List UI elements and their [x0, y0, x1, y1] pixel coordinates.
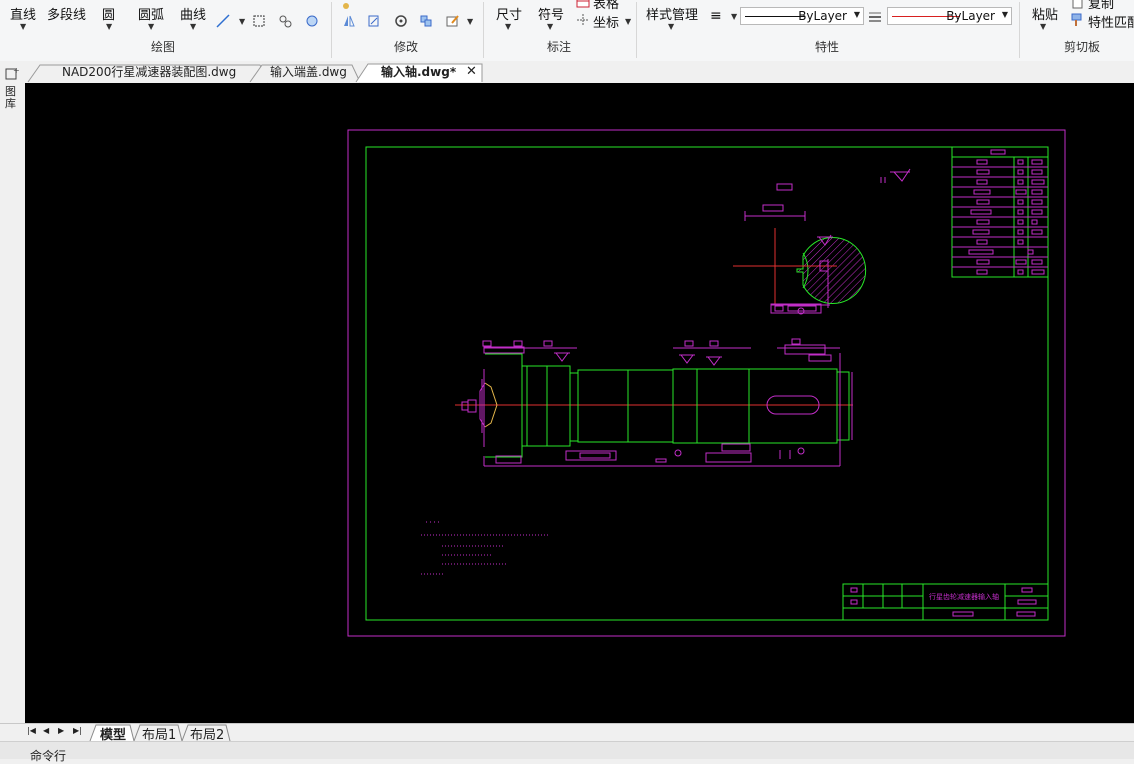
chevron-down-icon[interactable]: ▼ — [547, 22, 553, 31]
group-divider — [483, 2, 484, 58]
linetype-preview — [745, 16, 805, 17]
first-tab-icon[interactable]: |◀ — [27, 726, 36, 735]
group-divider — [636, 2, 637, 58]
coordinate-button[interactable]: 坐标 — [593, 12, 619, 31]
polyline-button[interactable]: 多段线 — [47, 4, 86, 23]
group-divider — [331, 2, 332, 58]
chevron-down-icon[interactable]: ▼ — [20, 22, 26, 31]
line-button[interactable]: 直线 — [10, 4, 36, 23]
chevron-down-icon[interactable]: ▼ — [505, 22, 511, 31]
tab-input-shaft[interactable]: 输入轴.dwg* — [381, 62, 456, 82]
color-combo[interactable]: ByLayer ▼ — [887, 7, 1012, 25]
section-view — [733, 183, 867, 315]
svg-text:+: + — [13, 66, 20, 75]
curve-button[interactable]: 曲线 — [180, 4, 206, 23]
draw-group-label: 绘图 — [151, 40, 176, 54]
chevron-down-icon[interactable]: ▼ — [467, 17, 473, 26]
clipboard-group-label: 剪切板 — [1064, 40, 1101, 54]
prev-tab-icon[interactable]: ◀ — [43, 726, 49, 735]
coordinate-icon[interactable] — [576, 13, 590, 27]
linetype-value: ByLayer — [798, 9, 847, 23]
tab-input-cover[interactable]: 输入端盖.dwg — [270, 62, 347, 82]
chevron-down-icon: ▼ — [1001, 10, 1008, 19]
last-tab-icon[interactable]: ▶| — [73, 726, 82, 735]
drawing-svg[interactable]: 行星齿轮减速器输入轴 — [25, 83, 1134, 723]
copy-button[interactable]: 复制 — [1088, 0, 1114, 12]
chevron-down-icon[interactable]: ▼ — [731, 12, 737, 21]
symbol-button[interactable]: 符号 — [538, 4, 564, 23]
table-icon[interactable] — [576, 0, 590, 9]
parts-table — [951, 146, 1049, 278]
shaft-main-view — [455, 338, 853, 467]
match-properties-button[interactable]: 特性匹配 — [1088, 12, 1134, 31]
modify-group-label: 修改 — [394, 40, 419, 54]
array-icon[interactable] — [419, 14, 433, 28]
hatch-tool-icon[interactable] — [278, 14, 292, 28]
annotate-group-label: 标注 — [547, 40, 572, 54]
chevron-down-icon[interactable]: ▼ — [190, 22, 196, 31]
chevron-down-icon: ▼ — [853, 10, 860, 19]
library-side-panel[interactable]: 图库 — [0, 83, 25, 723]
title-block-name: 行星齿轮减速器输入轴 — [929, 592, 999, 601]
drawing-border — [365, 146, 1049, 621]
roughness-symbol — [880, 168, 911, 183]
move-icon[interactable] — [342, 0, 356, 10]
stretch-icon[interactable] — [367, 14, 381, 28]
chevron-down-icon[interactable]: ▼ — [239, 17, 245, 26]
library-panel-label[interactable]: 图库 — [5, 86, 18, 110]
mirror-icon[interactable] — [342, 14, 356, 28]
circle-button[interactable]: 圆 — [102, 4, 115, 23]
color-value: ByLayer — [946, 9, 995, 23]
chevron-down-icon[interactable]: ▼ — [148, 22, 154, 31]
rotate-icon[interactable] — [394, 14, 408, 28]
properties-group-label: 特性 — [815, 40, 840, 54]
command-line-label: 命令行 — [30, 749, 67, 763]
table-button[interactable]: 表格 — [593, 0, 619, 12]
style-manager-button[interactable]: 样式管理 — [646, 4, 698, 23]
edit-icon[interactable] — [446, 14, 460, 28]
arc-button[interactable]: 圆弧 — [138, 4, 164, 23]
chevron-down-icon[interactable]: ▼ — [668, 22, 674, 31]
group-divider — [1019, 2, 1020, 58]
paste-button[interactable]: 粘贴 — [1032, 4, 1058, 23]
drawing-canvas[interactable]: 行星齿轮减速器输入轴 — [25, 83, 1134, 723]
next-tab-icon[interactable]: ▶ — [58, 726, 64, 735]
region-tool-icon[interactable] — [305, 14, 319, 28]
linetype-combo[interactable]: ByLayer ▼ — [740, 7, 864, 25]
line-tool-icon[interactable] — [216, 14, 230, 28]
tab-assembly-drawing[interactable]: NAD200行星减速器装配图.dwg — [62, 62, 236, 82]
title-block — [842, 583, 1049, 621]
chevron-down-icon[interactable]: ▼ — [625, 17, 631, 26]
rectangle-tool-icon[interactable] — [252, 14, 266, 28]
ribbon: 直线 ▼ 多段线 圆 ▼ 圆弧 ▼ 曲线 ▼ ▼ 绘图 ▼ 修改 尺寸 ▼ 符号… — [0, 0, 1134, 62]
chevron-down-icon[interactable]: ▼ — [106, 22, 112, 31]
new-tab-icon[interactable]: + — [4, 66, 20, 80]
lineweight-icon[interactable]: ≡ — [710, 8, 722, 24]
match-properties-icon[interactable] — [1070, 13, 1084, 27]
sheet-frame — [347, 129, 1066, 637]
copy-icon[interactable] — [1070, 0, 1084, 9]
lineweight-list-icon[interactable] — [868, 10, 882, 24]
chevron-down-icon[interactable]: ▼ — [1040, 22, 1046, 31]
close-icon[interactable]: ✕ — [466, 62, 477, 82]
command-line-bar[interactable]: 命令行 — [0, 741, 1134, 763]
technical-notes — [421, 521, 550, 575]
dimension-button[interactable]: 尺寸 — [496, 4, 522, 23]
